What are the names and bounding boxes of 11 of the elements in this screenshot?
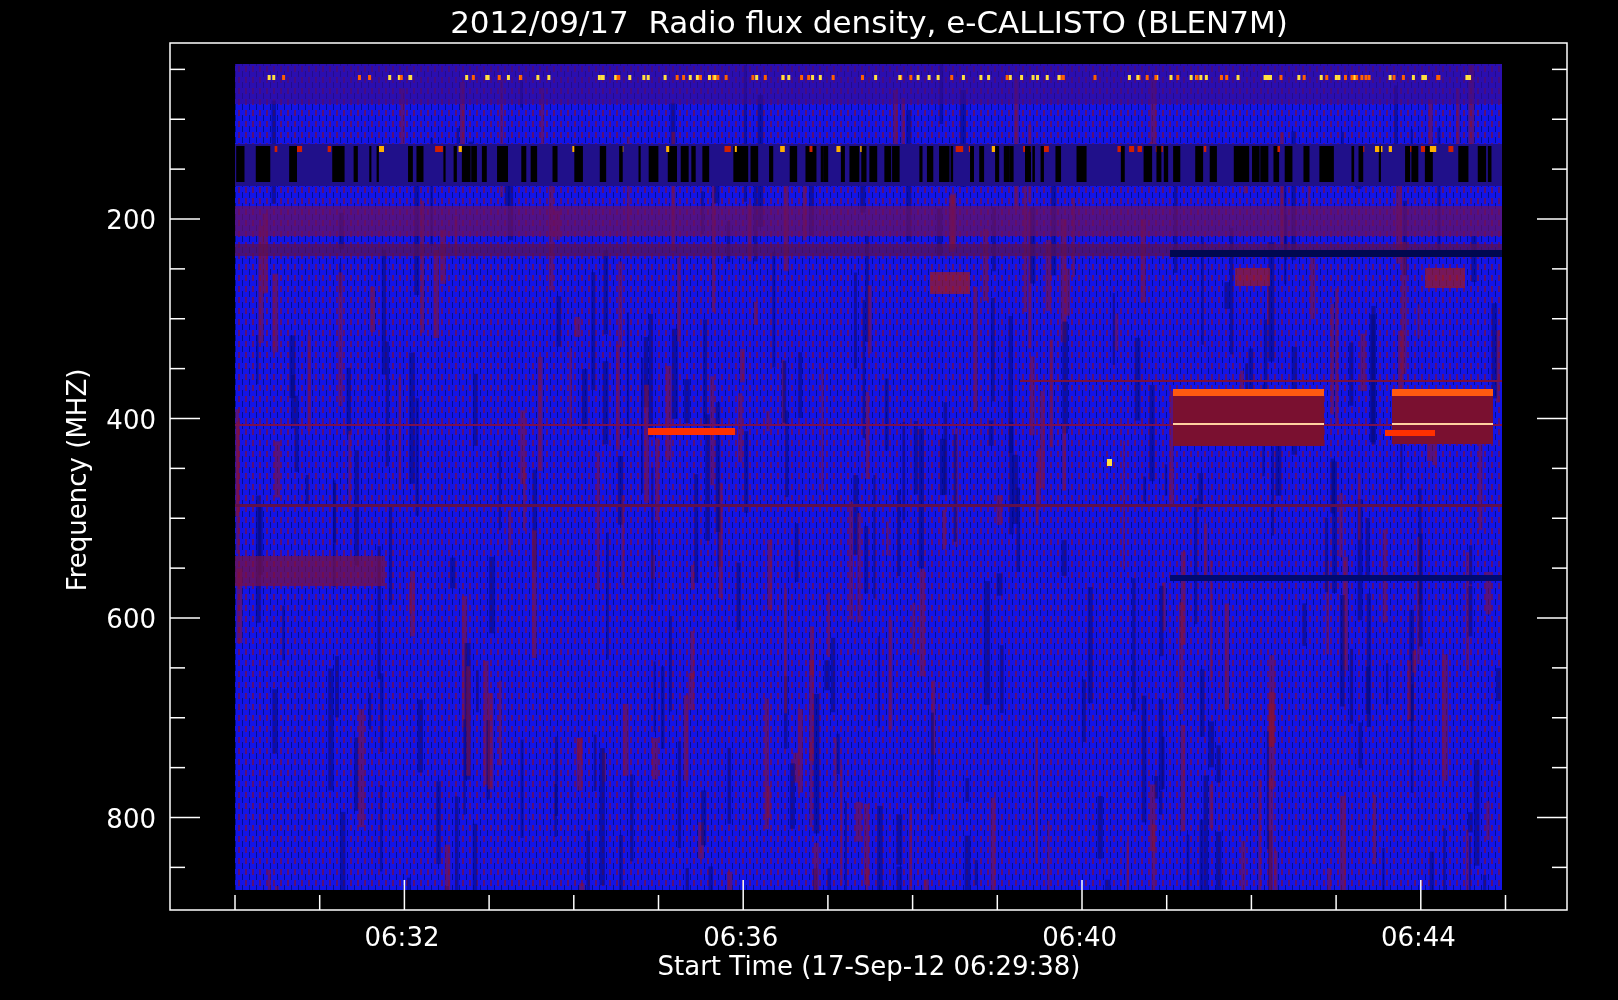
tick-label: 06:36 [703, 922, 779, 952]
tick-label: 600 [106, 604, 156, 634]
tick-label: 06:40 [1042, 922, 1118, 952]
axis-label: Frequency (MHZ) [62, 368, 92, 592]
tick-label: 200 [106, 205, 156, 235]
axis-label: Start Time (17-Sep-12 06:29:38) [657, 951, 1081, 981]
tick-label: 800 [106, 803, 156, 834]
chart-title: 2012/09/17 Radio flux density, e-CALLISTO (BLEN7M) [450, 4, 1288, 40]
tick-label: 400 [106, 404, 156, 435]
tick-label: 06:44 [1380, 922, 1456, 952]
tick-label: 06:32 [364, 922, 440, 952]
